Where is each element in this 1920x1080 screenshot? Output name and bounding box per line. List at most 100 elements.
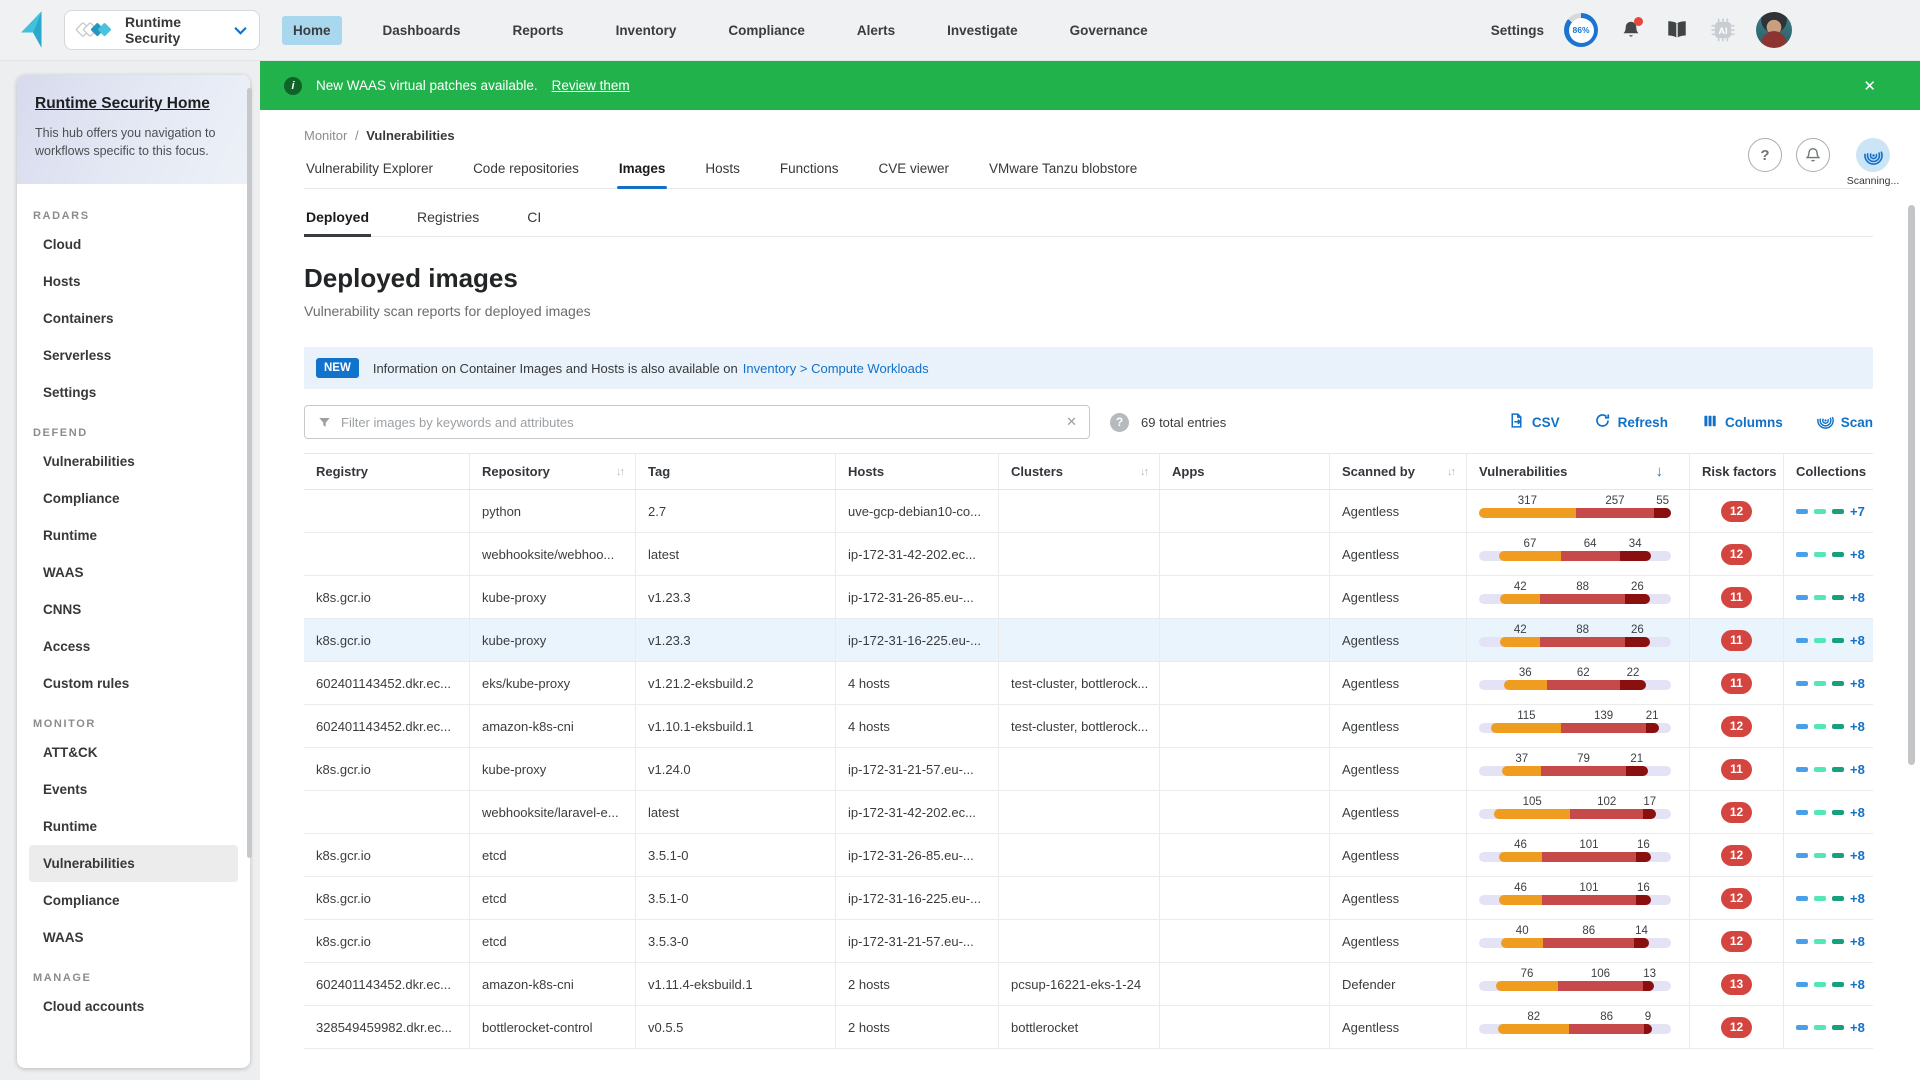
tab-functions[interactable]: Functions: [778, 157, 841, 188]
sort-desc-icon[interactable]: ↓: [1656, 463, 1690, 480]
column-header-hosts[interactable]: Hosts: [836, 454, 999, 489]
refresh-button[interactable]: Refresh: [1594, 412, 1668, 432]
topnav-item-alerts[interactable]: Alerts: [846, 16, 906, 45]
sort-icon[interactable]: ↓↑: [1140, 466, 1159, 478]
topnav-item-dashboards[interactable]: Dashboards: [372, 16, 472, 45]
table-row-0[interactable]: python2.7uve-gcp-debian10-co...Agentless…: [304, 490, 1873, 533]
sidebar-title-link[interactable]: Runtime Security Home: [35, 95, 232, 113]
collections-more-link[interactable]: +8: [1850, 934, 1865, 949]
scanning-button[interactable]: [1856, 138, 1890, 172]
collections-more-link[interactable]: +7: [1850, 504, 1865, 519]
column-header-risk-factors[interactable]: Risk factors: [1690, 454, 1784, 489]
subtab-ci[interactable]: CI: [525, 205, 543, 236]
sidebar-item-monitor-events[interactable]: Events: [29, 771, 238, 808]
tab-images[interactable]: Images: [617, 157, 668, 188]
column-header-vulnerabilities[interactable]: Vulnerabilities↓: [1467, 454, 1690, 489]
user-avatar[interactable]: [1756, 12, 1792, 48]
notice-compute-workloads-link[interactable]: Inventory > Compute Workloads: [743, 361, 929, 376]
filter-help-icon[interactable]: ?: [1110, 413, 1129, 432]
topnav-item-reports[interactable]: Reports: [502, 16, 575, 45]
collections-more-link[interactable]: +8: [1850, 848, 1865, 863]
collections-more-link[interactable]: +8: [1850, 719, 1865, 734]
sidebar-item-radars-hosts[interactable]: Hosts: [29, 263, 238, 300]
tab-vulnerability-explorer[interactable]: Vulnerability Explorer: [304, 157, 435, 188]
table-row-8[interactable]: k8s.gcr.ioetcd3.5.1-0ip-172-31-26-85.eu-…: [304, 834, 1873, 877]
sidebar-item-radars-containers[interactable]: Containers: [29, 300, 238, 337]
ai-copilot-icon[interactable]: AI: [1710, 17, 1736, 43]
alert-banner-review-link[interactable]: Review them: [552, 78, 630, 93]
notifications-bell-icon[interactable]: [1618, 17, 1644, 43]
tab-code-repositories[interactable]: Code repositories: [471, 157, 581, 188]
topnav-item-home[interactable]: Home: [282, 16, 342, 45]
scan-button[interactable]: Scan: [1817, 412, 1873, 432]
table-row-10[interactable]: k8s.gcr.ioetcd3.5.3-0ip-172-31-21-57.eu-…: [304, 920, 1873, 963]
collections-more-link[interactable]: +8: [1850, 1020, 1865, 1035]
column-header-apps[interactable]: Apps: [1160, 454, 1330, 489]
sidebar-item-radars-serverless[interactable]: Serverless: [29, 337, 238, 374]
collections-more-link[interactable]: +8: [1850, 891, 1865, 906]
topnav-item-investigate[interactable]: Investigate: [936, 16, 1029, 45]
table-row-6[interactable]: k8s.gcr.iokube-proxyv1.24.0ip-172-31-21-…: [304, 748, 1873, 791]
sidebar-item-monitor-compliance[interactable]: Compliance: [29, 882, 238, 919]
sidebar-item-manage-cloud-accounts[interactable]: Cloud accounts: [29, 988, 238, 1025]
breadcrumb-parent[interactable]: Monitor: [304, 128, 347, 143]
csv-button[interactable]: CSV: [1508, 412, 1560, 432]
column-header-collections[interactable]: Collections: [1784, 454, 1873, 489]
sidebar-item-radars-settings[interactable]: Settings: [29, 374, 238, 411]
column-header-scanned-by[interactable]: Scanned by↓↑: [1330, 454, 1467, 489]
topnav-item-compliance[interactable]: Compliance: [717, 16, 816, 45]
product-selector[interactable]: Runtime Security: [64, 10, 260, 50]
topnav-item-governance[interactable]: Governance: [1059, 16, 1159, 45]
sidebar-item-defend-runtime[interactable]: Runtime: [29, 517, 238, 554]
columns-button[interactable]: Columns: [1702, 412, 1783, 432]
table-row-12[interactable]: 328549459982.dkr.ec...bottlerocket-contr…: [304, 1006, 1873, 1049]
page-bell-button[interactable]: [1796, 138, 1830, 172]
sidebar-item-defend-waas[interactable]: WAAS: [29, 554, 238, 591]
sidebar-item-defend-access[interactable]: Access: [29, 628, 238, 665]
collections-more-link[interactable]: +8: [1850, 676, 1865, 691]
table-row-4[interactable]: 602401143452.dkr.ec...eks/kube-proxyv1.2…: [304, 662, 1873, 705]
collections-more-link[interactable]: +8: [1850, 590, 1865, 605]
table-row-11[interactable]: 602401143452.dkr.ec...amazon-k8s-cniv1.1…: [304, 963, 1873, 1006]
column-header-clusters[interactable]: Clusters↓↑: [999, 454, 1160, 489]
collections-more-link[interactable]: +8: [1850, 633, 1865, 648]
topnav-item-inventory[interactable]: Inventory: [605, 16, 688, 45]
sidebar-item-monitor-waas[interactable]: WAAS: [29, 919, 238, 956]
tab-vmware-tanzu-blobstore[interactable]: VMware Tanzu blobstore: [987, 157, 1139, 188]
sort-icon[interactable]: ↓↑: [1447, 466, 1466, 478]
column-header-registry[interactable]: Registry: [304, 454, 470, 489]
sidebar-item-radars-cloud[interactable]: Cloud: [29, 226, 238, 263]
alert-banner-close-icon[interactable]: ✕: [1863, 77, 1876, 95]
tab-hosts[interactable]: Hosts: [703, 157, 742, 188]
sidebar-item-monitor-att-ck[interactable]: ATT&CK: [29, 734, 238, 771]
sidebar-scrollbar[interactable]: [247, 88, 252, 858]
table-row-9[interactable]: k8s.gcr.ioetcd3.5.1-0ip-172-31-16-225.eu…: [304, 877, 1873, 920]
filter-input[interactable]: [341, 415, 1057, 430]
sort-icon[interactable]: ↓↑: [616, 466, 635, 478]
column-header-tag[interactable]: Tag: [636, 454, 836, 489]
collections-more-link[interactable]: +8: [1850, 547, 1865, 562]
sidebar-item-monitor-runtime[interactable]: Runtime: [29, 808, 238, 845]
collections-more-link[interactable]: +8: [1850, 977, 1865, 992]
settings-button[interactable]: Settings: [1491, 23, 1544, 38]
sidebar-item-defend-vulnerabilities[interactable]: Vulnerabilities: [29, 443, 238, 480]
page-scrollbar[interactable]: [1908, 205, 1915, 765]
sidebar-item-defend-compliance[interactable]: Compliance: [29, 480, 238, 517]
subtab-deployed[interactable]: Deployed: [304, 205, 371, 236]
table-row-3[interactable]: k8s.gcr.iokube-proxyv1.23.3ip-172-31-16-…: [304, 619, 1873, 662]
tab-cve-viewer[interactable]: CVE viewer: [876, 157, 951, 188]
health-progress-ring[interactable]: 86%: [1564, 13, 1598, 47]
collections-more-link[interactable]: +8: [1850, 805, 1865, 820]
sidebar-item-defend-cnns[interactable]: CNNS: [29, 591, 238, 628]
docs-book-icon[interactable]: [1664, 17, 1690, 43]
table-row-5[interactable]: 602401143452.dkr.ec...amazon-k8s-cniv1.1…: [304, 705, 1873, 748]
column-header-repository[interactable]: Repository↓↑: [470, 454, 636, 489]
table-row-2[interactable]: k8s.gcr.iokube-proxyv1.23.3ip-172-31-26-…: [304, 576, 1873, 619]
table-row-1[interactable]: webhooksite/webhoo...latestip-172-31-42-…: [304, 533, 1873, 576]
collections-more-link[interactable]: +8: [1850, 762, 1865, 777]
subtab-registries[interactable]: Registries: [415, 205, 481, 236]
table-row-7[interactable]: webhooksite/laravel-e...latestip-172-31-…: [304, 791, 1873, 834]
help-button[interactable]: ?: [1748, 138, 1782, 172]
filter-clear-icon[interactable]: ✕: [1066, 414, 1077, 430]
sidebar-item-monitor-vulnerabilities[interactable]: Vulnerabilities: [29, 845, 238, 882]
